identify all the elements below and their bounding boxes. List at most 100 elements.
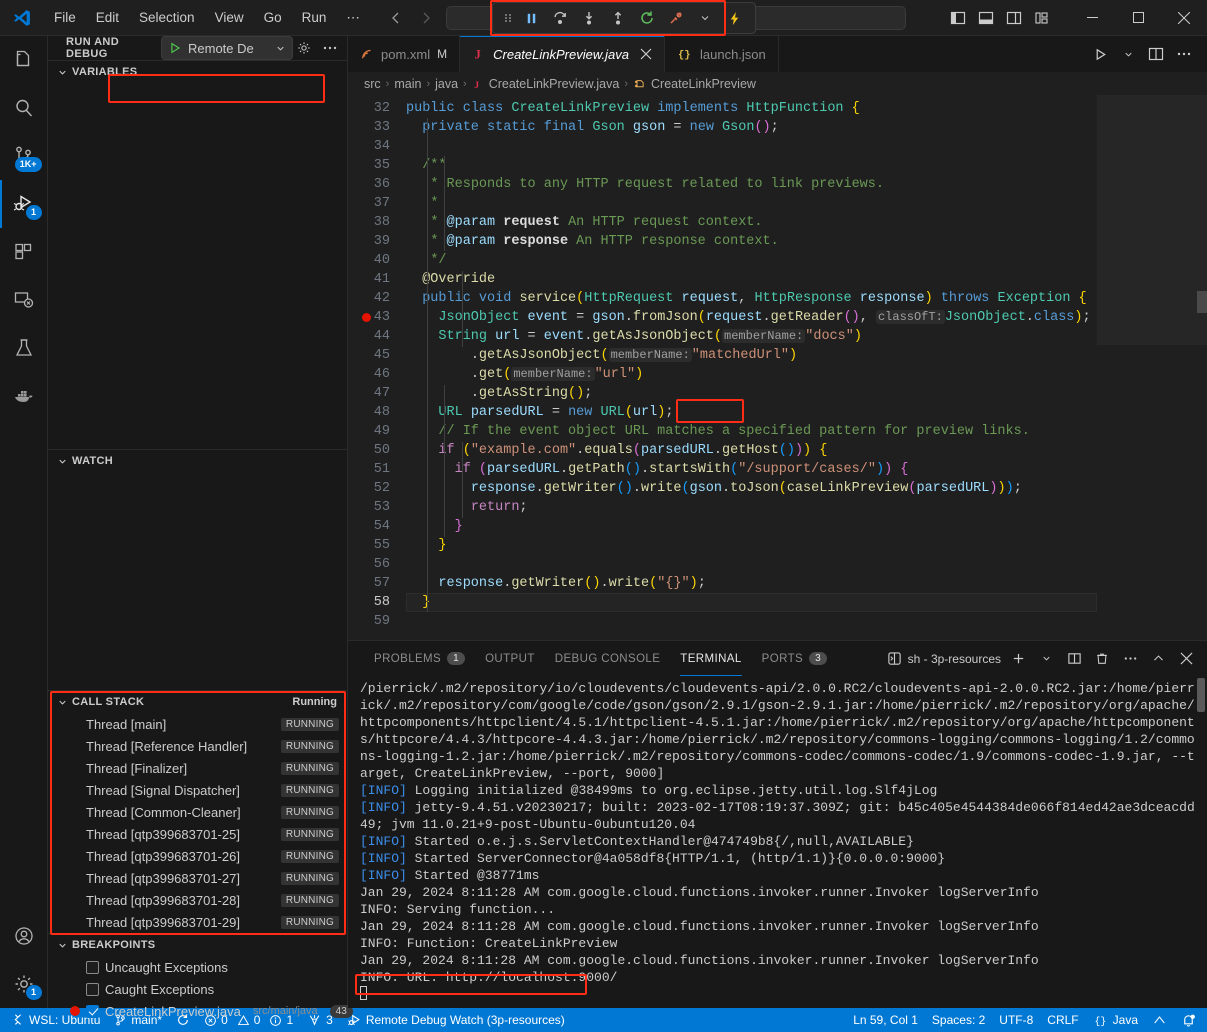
status-eol[interactable]: CRLF	[1040, 1008, 1085, 1032]
minimap-viewport[interactable]	[1097, 95, 1207, 345]
maximize-panel-icon[interactable]	[1147, 648, 1169, 670]
minimap[interactable]	[1097, 95, 1207, 640]
menu-edit[interactable]: Edit	[86, 6, 129, 29]
thread-row[interactable]: Thread [qtp399683701-26]RUNNING	[48, 845, 347, 867]
status-feedback[interactable]	[1145, 1008, 1174, 1032]
menu-run[interactable]: Run	[292, 6, 337, 29]
activity-item-extensions[interactable]	[0, 228, 48, 276]
drag-handle-icon[interactable]	[501, 10, 515, 26]
new-terminal-icon[interactable]	[1007, 648, 1029, 670]
activity-item-accounts[interactable]	[0, 912, 48, 960]
thread-row[interactable]: Thread [Signal Dispatcher]RUNNING	[48, 779, 347, 801]
tab-launch-json[interactable]: {} launch.json	[665, 36, 779, 72]
code-lines[interactable]: public class CreateLinkPreview implement…	[406, 95, 1097, 640]
sidebar-more-actions-icon[interactable]	[319, 37, 341, 59]
tab-ports[interactable]: PORTS 3	[752, 641, 837, 676]
toggle-panel-icon[interactable]	[973, 6, 999, 30]
split-editor-icon[interactable]	[1143, 41, 1169, 67]
menu-go[interactable]: Go	[254, 6, 292, 29]
breadcrumb-item-java[interactable]: java	[435, 77, 458, 91]
terminal-dropdown-icon[interactable]	[1035, 648, 1057, 670]
tab-pom-xml[interactable]: pom.xml M	[348, 36, 460, 72]
hot-reload-button[interactable]	[721, 6, 747, 30]
thread-row[interactable]: Thread [main]RUNNING	[48, 713, 347, 735]
line-number-breakpoint[interactable]: 43	[348, 308, 406, 327]
menu-more[interactable]: ⋯	[336, 6, 370, 30]
customize-layout-icon[interactable]	[1029, 6, 1055, 30]
editor-scrollbar[interactable]	[1197, 95, 1207, 640]
breakpoint-row[interactable]: Caught Exceptions	[48, 978, 347, 1000]
breakpoint-row[interactable]: Uncaught Exceptions	[48, 956, 347, 978]
split-terminal-icon[interactable]	[1063, 648, 1085, 670]
activity-item-testing[interactable]	[0, 324, 48, 372]
breakpoint-checkbox[interactable]	[86, 961, 99, 974]
status-language-mode[interactable]: {} Java	[1086, 1008, 1145, 1032]
menu-view[interactable]: View	[205, 6, 254, 29]
breadcrumb-item-src[interactable]: src	[364, 77, 381, 91]
thread-row[interactable]: Thread [qtp399683701-27]RUNNING	[48, 867, 347, 889]
tab-debug-console[interactable]: DEBUG CONSOLE	[545, 641, 671, 676]
close-panel-icon[interactable]	[1175, 648, 1197, 670]
variables-header[interactable]: VARIABLES	[48, 61, 347, 83]
activity-item-settings[interactable]: 1	[0, 960, 48, 1008]
forward-arrow-icon[interactable]	[418, 10, 434, 26]
tab-output[interactable]: OUTPUT	[475, 641, 545, 676]
status-cursor-position[interactable]: Ln 59, Col 1	[846, 1008, 925, 1032]
activity-item-explorer[interactable]	[0, 36, 48, 84]
maximize-button[interactable]	[1115, 0, 1161, 36]
status-encoding[interactable]: UTF-8	[992, 1008, 1040, 1032]
run-button[interactable]	[1087, 41, 1113, 67]
thread-row[interactable]: Thread [Reference Handler]RUNNING	[48, 735, 347, 757]
status-notifications[interactable]	[1174, 1008, 1203, 1032]
thread-row[interactable]: Thread [qtp399683701-29]RUNNING	[48, 911, 347, 933]
toggle-secondary-sidebar-icon[interactable]	[1001, 6, 1027, 30]
thread-row[interactable]: Thread [qtp399683701-25]RUNNING	[48, 823, 347, 845]
activity-item-run-and-debug[interactable]: 1	[0, 180, 48, 228]
menu-selection[interactable]: Selection	[129, 6, 205, 29]
activity-item-remote-explorer[interactable]	[0, 276, 48, 324]
scrollbar-thumb[interactable]	[1197, 291, 1207, 313]
disconnect-button[interactable]	[663, 6, 689, 30]
panel-more-actions-icon[interactable]	[1119, 648, 1141, 670]
back-arrow-icon[interactable]	[388, 10, 404, 26]
terminal-output[interactable]: /pierrick/.m2/repository/io/cloudevents/…	[348, 676, 1207, 1008]
code-editor[interactable]: 32 33 34 35 36 37 38 39 40 41 42 43 44 4…	[348, 95, 1207, 640]
breakpoint-row[interactable]: CreateLinkPreview.java src/main/java 43	[48, 1000, 347, 1022]
step-into-button[interactable]	[576, 6, 602, 30]
launch-config-selector[interactable]: Remote De	[161, 36, 293, 60]
editor-gutter[interactable]: 32 33 34 35 36 37 38 39 40 41 42 43 44 4…	[348, 95, 406, 640]
run-chevron-icon[interactable]	[1115, 41, 1141, 67]
chevron-down-icon[interactable]	[692, 6, 718, 30]
breakpoints-header[interactable]: BREAKPOINTS	[48, 934, 347, 956]
minimize-button[interactable]	[1069, 0, 1115, 36]
step-over-button[interactable]	[547, 6, 573, 30]
thread-row[interactable]: Thread [qtp399683701-28]RUNNING	[48, 889, 347, 911]
activity-item-source-control[interactable]: 1K+	[0, 132, 48, 180]
status-indentation[interactable]: Spaces: 2	[925, 1008, 992, 1032]
breakpoint-checkbox[interactable]	[86, 1005, 99, 1018]
breadcrumb-item-main[interactable]: main	[394, 77, 421, 91]
status-debug-session[interactable]: Remote Debug Watch (3p-resources)	[340, 1008, 572, 1032]
breakpoint-checkbox[interactable]	[86, 983, 99, 996]
kill-terminal-icon[interactable]	[1091, 648, 1113, 670]
tab-terminal[interactable]: TERMINAL	[670, 641, 751, 676]
close-button[interactable]	[1161, 0, 1207, 36]
editor-more-actions-icon[interactable]	[1171, 41, 1197, 67]
watch-header[interactable]: WATCH	[48, 450, 347, 472]
tab-close-icon[interactable]	[640, 48, 652, 60]
tab-create-link-preview-java[interactable]: J CreateLinkPreview.java	[460, 36, 665, 72]
menu-file[interactable]: File	[44, 6, 86, 29]
breadcrumb-item-symbol[interactable]: CreateLinkPreview	[651, 77, 756, 91]
call-stack-header[interactable]: CALL STACK Running	[48, 691, 347, 713]
terminal-selector[interactable]: sh - 3p-resources	[887, 651, 1001, 666]
thread-row[interactable]: Thread [Common-Cleaner]RUNNING	[48, 801, 347, 823]
activity-item-docker[interactable]	[0, 372, 48, 420]
restart-button[interactable]	[634, 6, 660, 30]
tab-problems[interactable]: PROBLEMS 1	[364, 641, 475, 676]
step-out-button[interactable]	[605, 6, 631, 30]
toggle-primary-sidebar-icon[interactable]	[945, 6, 971, 30]
pause-button[interactable]	[518, 6, 544, 30]
activity-item-search[interactable]	[0, 84, 48, 132]
open-launch-settings-icon[interactable]	[293, 37, 315, 59]
terminal-scrollbar[interactable]	[1197, 678, 1205, 712]
